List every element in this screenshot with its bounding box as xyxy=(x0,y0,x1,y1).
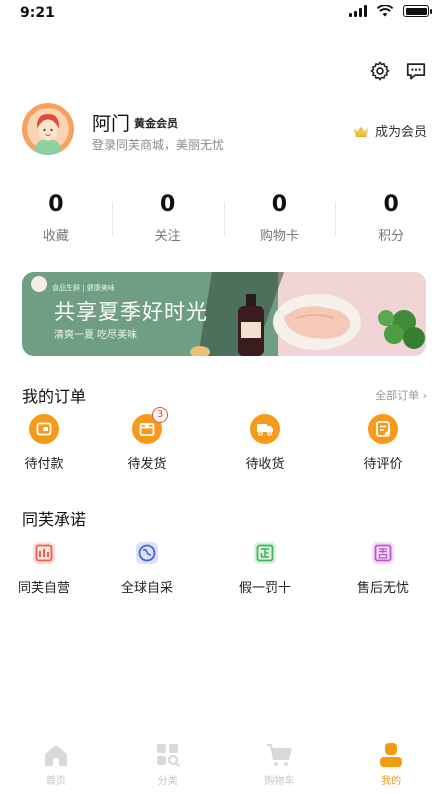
stat-shopping-card[interactable]: 0 购物卡 xyxy=(223,190,336,250)
promise-row: 同芙自营 全球自采 假一罚十 售后无忧 xyxy=(0,538,447,596)
gear-icon[interactable] xyxy=(369,60,391,82)
signal-icon xyxy=(349,5,367,17)
orders-title: 我的订单 xyxy=(22,387,87,406)
login-tagline[interactable]: 登录同芙商城，美丽无忧 xyxy=(92,136,224,153)
divider xyxy=(335,202,337,236)
order-label: 待付款 xyxy=(24,457,64,472)
category-icon xyxy=(156,744,180,768)
nav-cart[interactable]: 购物车 xyxy=(224,734,336,794)
order-label: 待发货 xyxy=(127,457,167,472)
nav-label: 首页 xyxy=(45,776,66,787)
orders-row: 待付款 3 待发货 待收货 待评价 xyxy=(0,407,447,472)
bottom-nav: 首页 分类 购物车 我的 xyxy=(0,734,447,794)
promise-self-operated[interactable]: 同芙自营 xyxy=(0,538,88,596)
nav-label: 我的 xyxy=(381,776,402,787)
profile-card[interactable]: 阿门 黄金会员 登录同芙商城，美丽无忧 成为会员 xyxy=(22,103,427,157)
cart-icon xyxy=(267,743,292,766)
promise-title: 同芙承诺 xyxy=(22,510,87,529)
message-icon[interactable] xyxy=(405,60,427,82)
become-member-label: 成为会员 xyxy=(374,125,427,140)
stat-label: 收藏 xyxy=(42,229,69,244)
status-bar: 9:21 xyxy=(0,0,447,26)
divider xyxy=(223,202,225,236)
order-pending-review[interactable]: 待评价 xyxy=(324,414,442,472)
order-pending-receipt[interactable]: 待收货 xyxy=(206,414,324,472)
promise-label: 全球自采 xyxy=(120,581,173,596)
authentic-icon xyxy=(254,542,276,564)
review-icon xyxy=(368,414,398,444)
promise-label: 同芙自营 xyxy=(17,581,70,596)
order-count-badge: 3 xyxy=(152,407,168,423)
stat-label: 购物卡 xyxy=(259,229,299,244)
become-member-button[interactable]: 成为会员 xyxy=(353,121,427,140)
stat-label: 关注 xyxy=(154,229,181,244)
status-time: 9:21 xyxy=(20,5,55,21)
promise-global-sourcing[interactable]: 全球自采 xyxy=(88,538,206,596)
stat-following[interactable]: 0 关注 xyxy=(111,190,224,250)
member-level: 黄金会员 xyxy=(134,117,178,130)
stat-label: 积分 xyxy=(378,229,405,244)
promise-label: 假一罚十 xyxy=(238,581,291,596)
profile-icon xyxy=(380,743,403,767)
crown-icon xyxy=(353,126,368,137)
battery-icon xyxy=(403,5,432,17)
stat-value: 0 xyxy=(383,192,399,217)
divider xyxy=(111,202,113,236)
status-icons xyxy=(349,5,432,17)
stat-value: 0 xyxy=(48,192,64,217)
order-pending-payment[interactable]: 待付款 xyxy=(0,414,88,472)
order-label: 待收货 xyxy=(245,457,285,472)
banner-subtitle: 清爽一夏 吃尽美味 xyxy=(54,330,138,341)
aftersale-icon xyxy=(372,542,394,564)
user-name: 阿门 xyxy=(92,113,131,135)
promise-authentic-guarantee[interactable]: 假一罚十 xyxy=(206,538,324,596)
stat-value: 0 xyxy=(159,192,176,217)
all-orders-link[interactable]: 全部订单 › xyxy=(375,387,427,403)
wallet-icon xyxy=(29,414,59,444)
nav-label: 购物车 xyxy=(264,776,295,787)
home-icon xyxy=(44,745,67,766)
banner-title: 共享夏季好时光 xyxy=(54,300,208,324)
avatar[interactable] xyxy=(22,103,74,155)
store-icon xyxy=(33,542,55,564)
stat-points[interactable]: 0 积分 xyxy=(335,190,447,250)
wifi-icon xyxy=(377,5,393,17)
avatar-illustration xyxy=(22,103,74,155)
promo-banner[interactable]: 食品生鲜 | 健康美味 共享夏季好时光 清爽一夏 吃尽美味 xyxy=(22,272,426,356)
stat-favorites[interactable]: 0 收藏 xyxy=(0,190,112,250)
order-label: 待评价 xyxy=(363,457,403,472)
order-pending-shipment[interactable]: 3 待发货 xyxy=(88,407,206,472)
header-actions xyxy=(369,60,427,82)
nav-profile[interactable]: 我的 xyxy=(335,734,447,794)
stats-row: 0 收藏 0 关注 0 购物卡 0 积分 xyxy=(0,190,447,250)
nav-home[interactable]: 首页 xyxy=(0,734,112,794)
nav-category[interactable]: 分类 xyxy=(112,734,224,794)
globe-icon xyxy=(136,542,158,564)
banner-small-text: 食品生鲜 | 健康美味 xyxy=(52,284,115,292)
promise-label: 售后无忧 xyxy=(356,581,409,596)
promise-after-sale[interactable]: 售后无忧 xyxy=(324,538,442,596)
nav-label: 分类 xyxy=(157,776,178,787)
stat-value: 0 xyxy=(271,192,288,217)
truck-icon xyxy=(250,414,280,444)
